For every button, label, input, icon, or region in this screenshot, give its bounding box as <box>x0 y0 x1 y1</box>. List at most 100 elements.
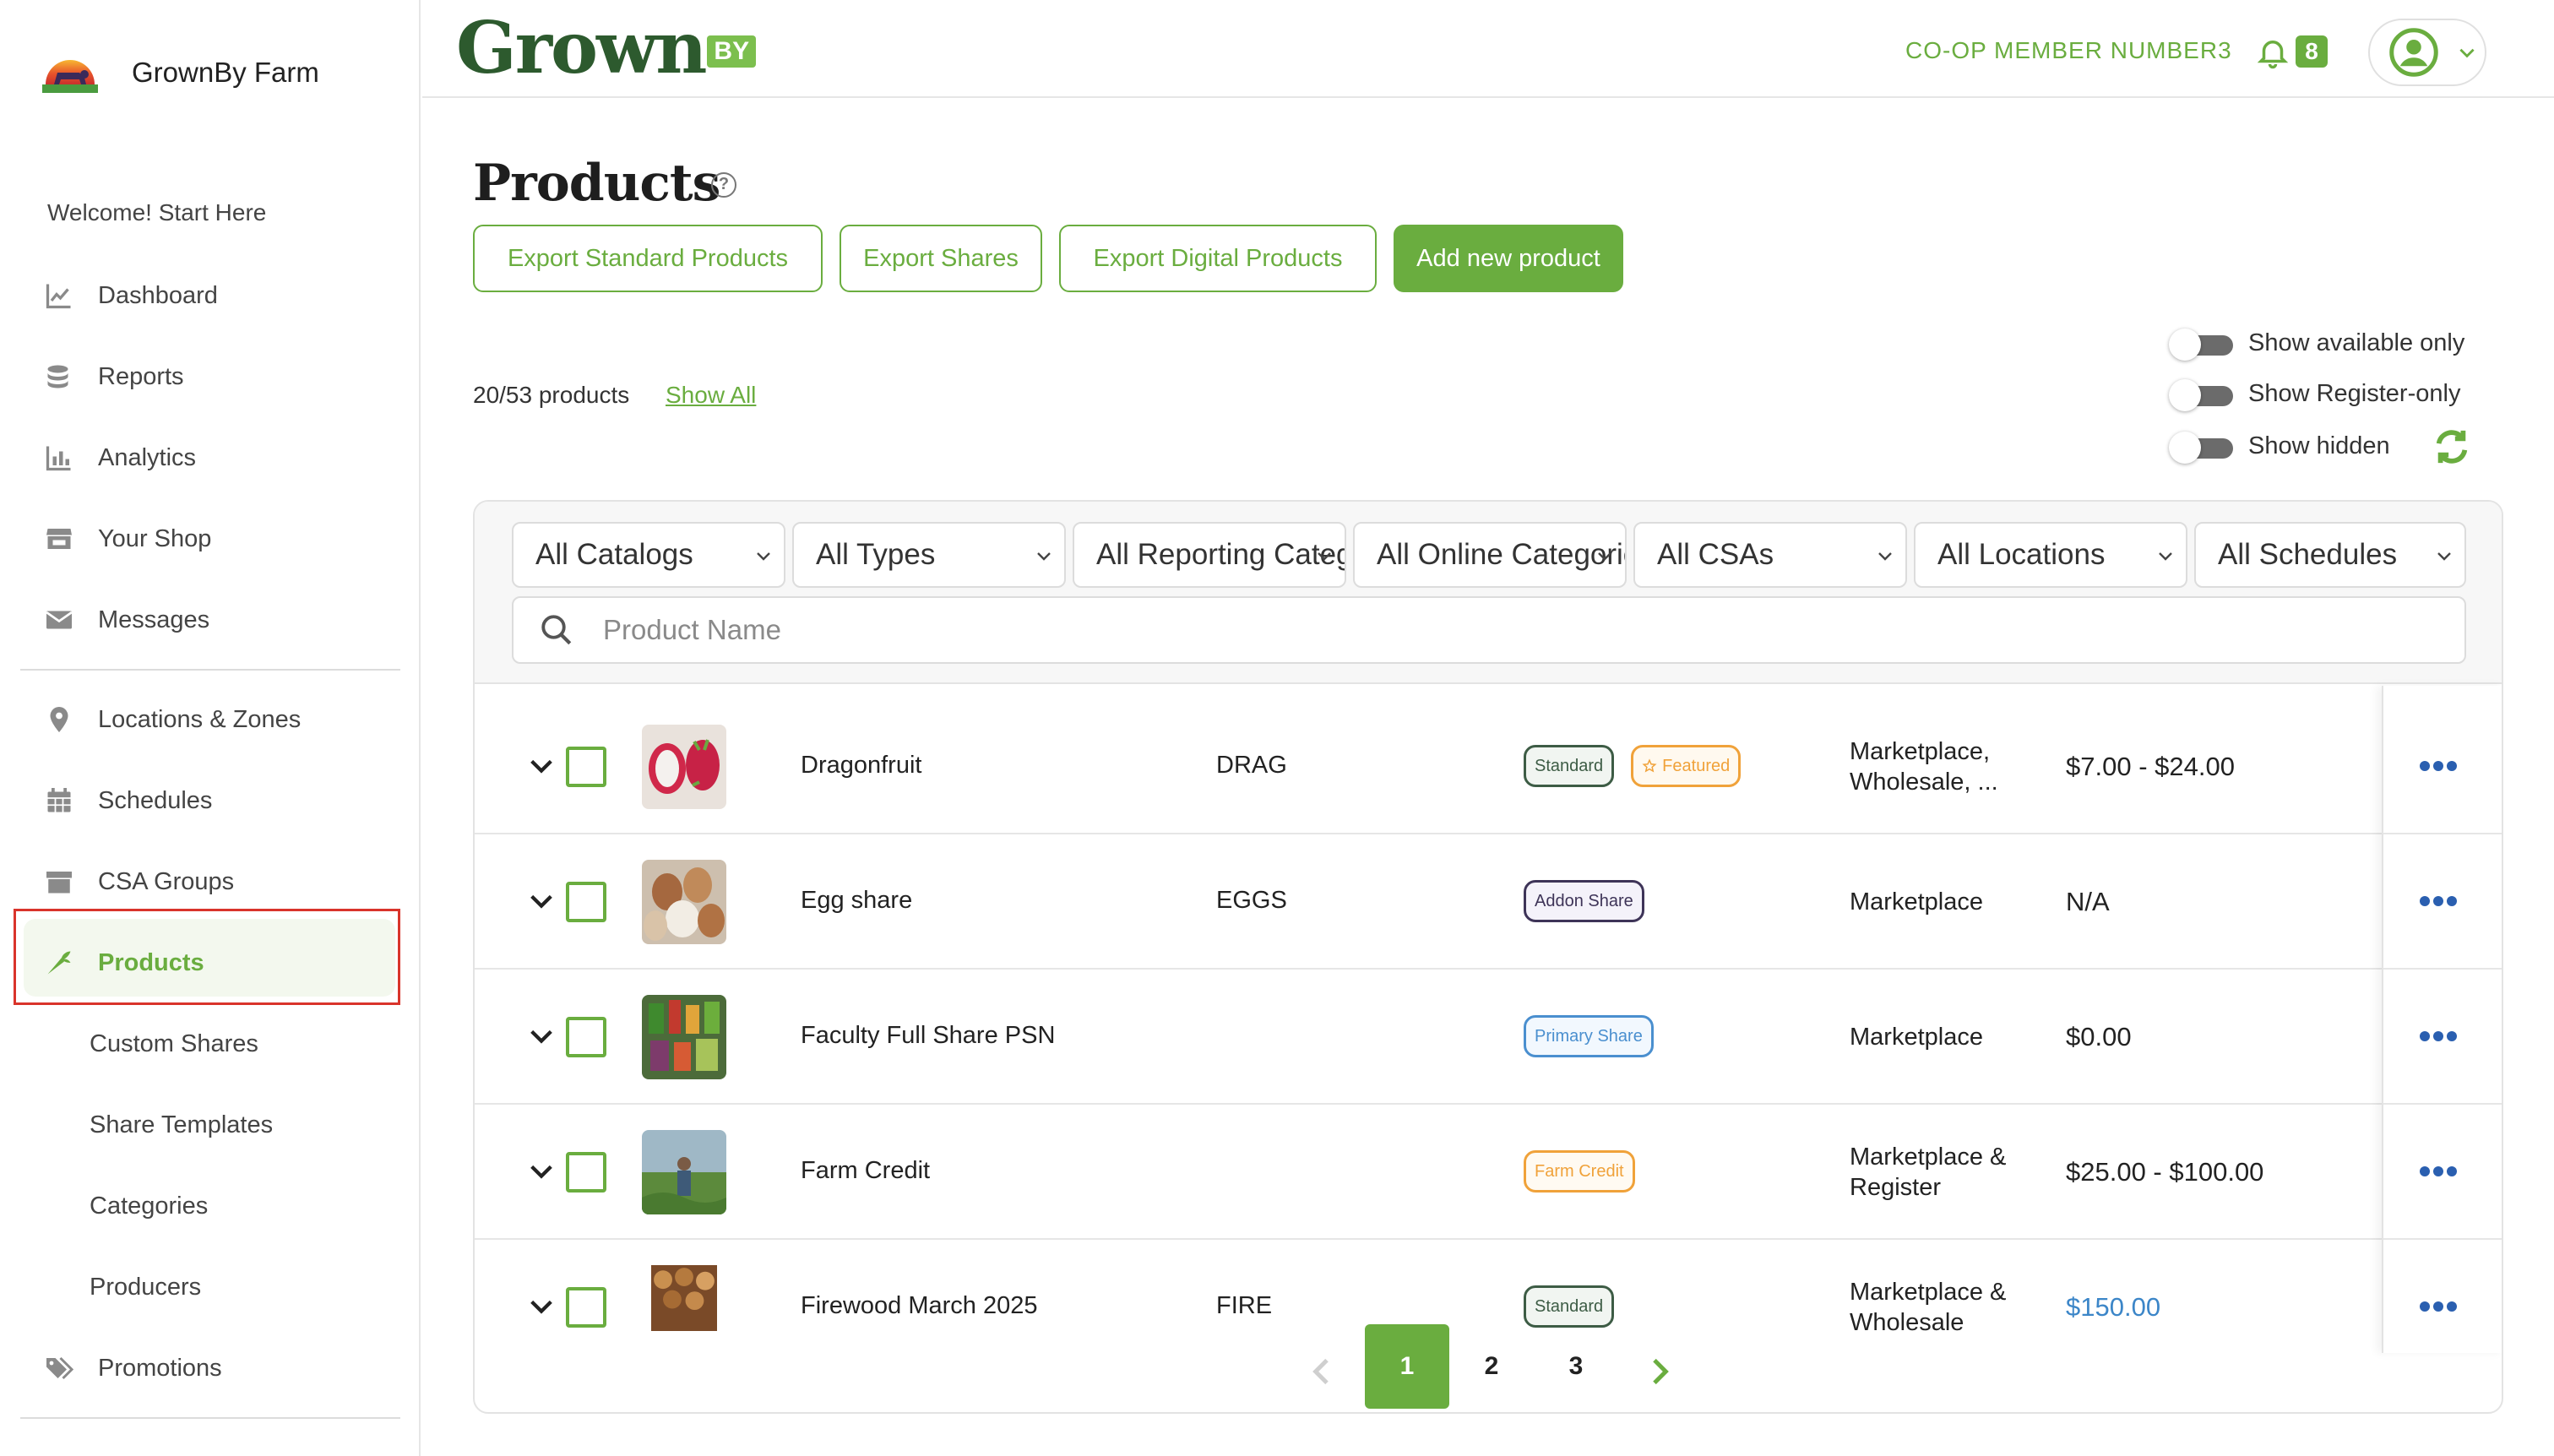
channel-line: Wholesale <box>1850 1309 1964 1331</box>
page-2-button[interactable]: 2 <box>1449 1324 1534 1409</box>
toggle-label: Show Register-only <box>2248 379 2461 407</box>
sidebar-item-label: Promotions <box>98 1354 222 1382</box>
toggle-switch[interactable] <box>2169 329 2236 361</box>
export-digital-products-button[interactable]: Export Digital Products <box>1059 225 1377 292</box>
member-name[interactable]: CO-OP MEMBER NUMBER3 <box>1905 37 2232 64</box>
schedule-filter-select[interactable]: All Schedules <box>2194 522 2466 588</box>
page-3-button[interactable]: 3 <box>1534 1324 1618 1409</box>
sidebar-item-analytics[interactable]: Analytics <box>42 432 196 483</box>
toggle-show-available-only[interactable]: Show available only <box>2169 326 2465 361</box>
sidebar-item-reports[interactable]: Reports <box>42 351 184 402</box>
product-search[interactable] <box>512 596 2466 664</box>
bar-chart-icon <box>42 441 76 475</box>
search-input[interactable] <box>603 614 2123 646</box>
row-checkbox[interactable] <box>566 1287 606 1328</box>
table-row[interactable]: Egg share EGGS Addon Share Marketplace N… <box>475 834 2502 970</box>
add-new-product-button[interactable]: Add new product <box>1394 225 1623 292</box>
sidebar-item-promotions[interactable]: Promotions <box>42 1343 222 1394</box>
product-name[interactable]: Faculty Full Share PSN <box>801 1022 1055 1050</box>
chevron-down-icon[interactable] <box>527 752 556 780</box>
product-tags: Standard <box>1524 1285 1631 1328</box>
type-filter-select[interactable]: All Types <box>792 522 1066 588</box>
reporting-category-filter-select[interactable]: All Reporting Categories <box>1073 522 1346 588</box>
sidebar-subitem-producers[interactable]: Producers <box>90 1262 201 1312</box>
filter-value: All Schedules <box>2218 538 2398 571</box>
row-checkbox[interactable] <box>566 747 606 787</box>
product-name[interactable]: Dragonfruit <box>801 752 921 780</box>
product-thumbnail <box>651 1265 717 1331</box>
csa-filter-select[interactable]: All CSAs <box>1633 522 1907 588</box>
pagination: 1 2 3 <box>475 1324 2502 1412</box>
product-thumbnail <box>642 725 726 809</box>
grownby-logo[interactable]: Grown BY <box>456 6 757 90</box>
help-icon[interactable]: ? <box>711 172 736 198</box>
show-all-link[interactable]: Show All <box>666 382 756 409</box>
box-icon <box>42 865 76 899</box>
logo-text: Grown <box>456 6 707 90</box>
chevron-down-icon[interactable] <box>527 887 556 915</box>
sidebar-subitem-custom-shares[interactable]: Custom Shares <box>90 1019 258 1069</box>
product-count: 20/53 products <box>473 382 630 408</box>
toggle-switch[interactable] <box>2169 432 2236 464</box>
toggle-show-register-only[interactable]: Show Register-only <box>2169 377 2461 411</box>
sidebar-item-locations[interactable]: Locations & Zones <box>42 694 301 745</box>
catalog-filter-select[interactable]: All Catalogs <box>512 522 785 588</box>
chevron-down-icon[interactable] <box>527 1022 556 1051</box>
product-price: $0.00 <box>2066 1022 2132 1051</box>
toggle-switch[interactable] <box>2169 379 2236 411</box>
location-filter-select[interactable]: All Locations <box>1914 522 2187 588</box>
product-name[interactable]: Egg share <box>801 887 912 915</box>
product-channels: Marketplace & Register <box>1850 1142 2006 1203</box>
row-checkbox[interactable] <box>566 1017 606 1057</box>
chevron-left-icon[interactable] <box>1306 1355 1339 1388</box>
notification-count-badge[interactable]: 8 <box>2296 35 2328 68</box>
search-icon <box>541 615 572 645</box>
product-price[interactable]: $150.00 <box>2066 1292 2160 1323</box>
refresh-icon[interactable] <box>2432 427 2471 466</box>
chevron-down-icon[interactable] <box>527 1292 556 1321</box>
featured-badge: Featured <box>1631 745 1742 787</box>
sidebar-item-csa-groups[interactable]: CSA Groups <box>42 856 234 907</box>
product-name[interactable]: Firewood March 2025 <box>801 1292 1037 1320</box>
product-thumbnail <box>642 1130 726 1214</box>
sidebar-subitem-categories[interactable]: Categories <box>90 1181 208 1231</box>
export-shares-button[interactable]: Export Shares <box>840 225 1042 292</box>
table-row[interactable]: Faculty Full Share PSN Primary Share Mar… <box>475 970 2502 1105</box>
account-menu[interactable] <box>2368 19 2486 86</box>
chevron-down-icon[interactable] <box>527 1157 556 1186</box>
table-row[interactable]: Firewood March 2025 FIRE Standard Market… <box>475 1240 2502 1331</box>
toggle-label: Show available only <box>2248 329 2465 356</box>
sidebar-item-dashboard[interactable]: Dashboard <box>42 270 218 321</box>
brand[interactable]: GrownBy Farm <box>42 47 319 98</box>
map-pin-icon <box>42 703 76 736</box>
tags-icon <box>42 1351 76 1385</box>
logo-badge: BY <box>707 35 757 68</box>
row-checkbox[interactable] <box>566 1152 606 1193</box>
bell-icon[interactable] <box>2255 34 2290 71</box>
sidebar-item-your-shop[interactable]: Your Shop <box>42 513 211 564</box>
envelope-icon <box>42 603 76 637</box>
sidebar-divider <box>20 669 400 671</box>
toggle-show-hidden[interactable]: Show hidden <box>2169 429 2390 464</box>
filter-value: All CSAs <box>1657 538 1774 571</box>
sidebar-item-schedules[interactable]: Schedules <box>42 775 212 826</box>
welcome-link[interactable]: Welcome! Start Here <box>47 199 266 226</box>
sidebar-item-messages[interactable]: Messages <box>42 595 209 645</box>
row-checkbox[interactable] <box>566 882 606 922</box>
product-price: $7.00 - $24.00 <box>2066 752 2235 781</box>
chevron-down-icon <box>757 552 770 561</box>
page-1-button[interactable]: 1 <box>1365 1324 1449 1409</box>
sidebar-item-label: Your Shop <box>98 524 212 552</box>
product-name[interactable]: Farm Credit <box>801 1157 930 1185</box>
table-row[interactable]: Dragonfruit DRAG Standard Featured Marke… <box>475 699 2502 834</box>
chevron-right-icon[interactable] <box>1642 1355 1676 1388</box>
export-standard-products-button[interactable]: Export Standard Products <box>473 225 823 292</box>
chevron-down-icon <box>2459 48 2475 58</box>
top-header: Grown BY CO-OP MEMBER NUMBER3 <box>422 0 2554 98</box>
sidebar-item-label: Dashboard <box>98 281 218 309</box>
product-channels: Marketplace, Wholesale, ... <box>1850 736 1998 797</box>
online-category-filter-select[interactable]: All Online Categories <box>1353 522 1627 588</box>
channel-line: Marketplace & <box>1850 1279 2007 1306</box>
table-row[interactable]: Farm Credit Farm Credit Marketplace & Re… <box>475 1105 2502 1240</box>
sidebar-subitem-share-templates[interactable]: Share Templates <box>90 1100 273 1150</box>
